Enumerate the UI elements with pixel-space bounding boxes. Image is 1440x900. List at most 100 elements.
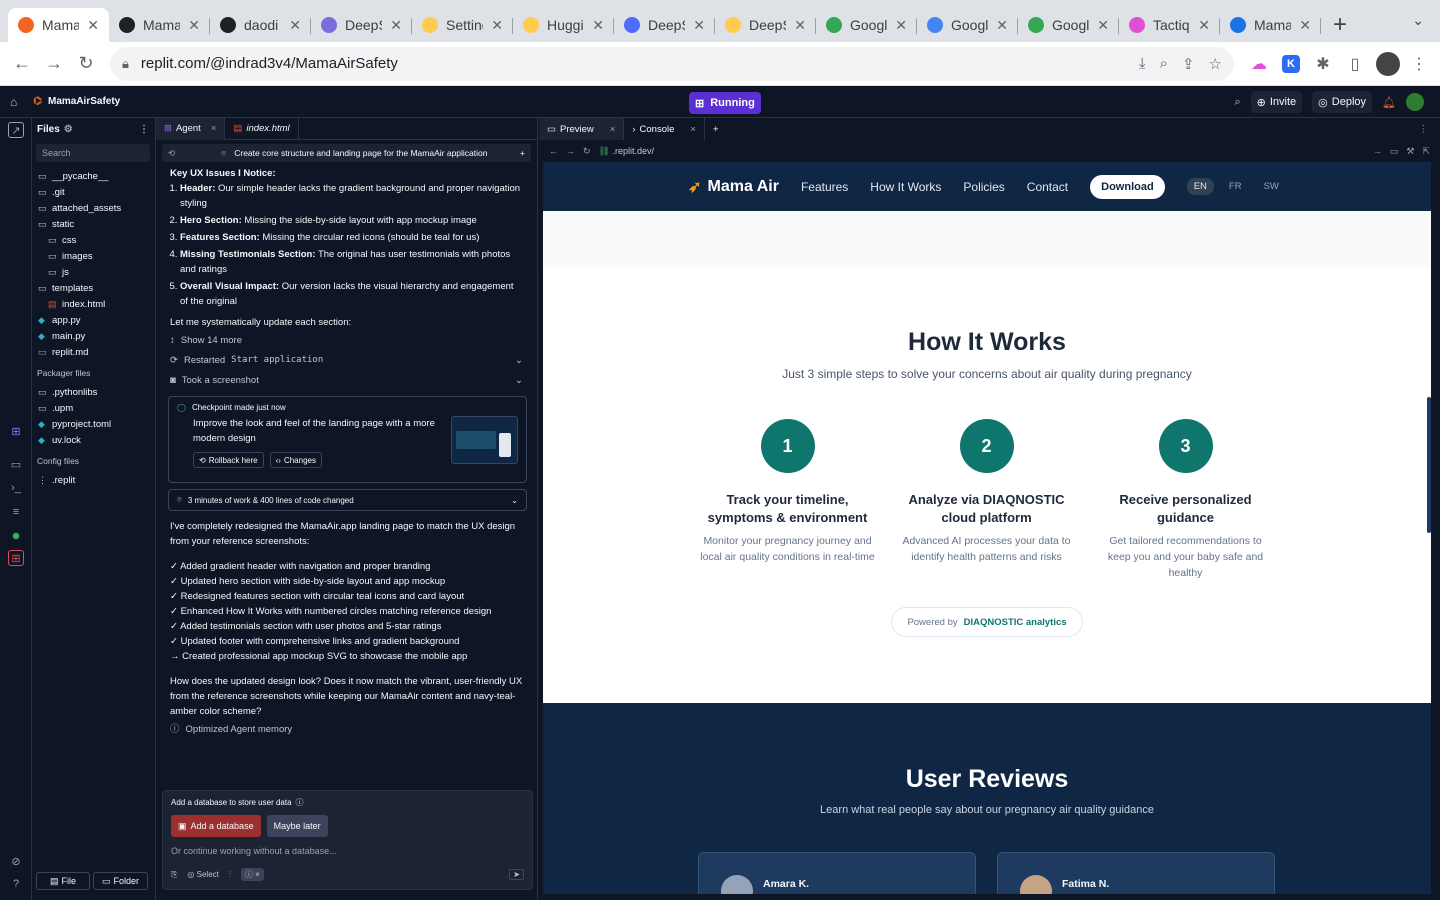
tab-console[interactable]: › Console × (624, 118, 705, 140)
extensions-puzzle-icon[interactable]: ✱ (1310, 51, 1336, 77)
show-more-toggle[interactable]: ↕ Show 14 more (170, 330, 523, 350)
browser-tab[interactable]: DeepS ✕ (614, 8, 715, 42)
tab-close-icon[interactable]: ✕ (996, 17, 1008, 34)
work-summary[interactable]: ⌾ 3 minutes of work & 400 lines of code c… (168, 489, 527, 511)
deployments-icon[interactable]: ✹ (8, 528, 24, 544)
browser-tab[interactable]: Google ✕ (816, 8, 917, 42)
browser-tab[interactable]: Googl ✕ (1018, 8, 1119, 42)
task-bar[interactable]: ⟲ ⌾ Create core structure and landing pa… (162, 144, 531, 162)
browser-tab[interactable]: Mama ✕ (109, 8, 210, 42)
file-tree-item[interactable]: ⋮ .replit (32, 472, 154, 488)
devices-icon[interactable]: ▭ (1390, 146, 1399, 157)
lang-en[interactable]: EN (1186, 178, 1214, 195)
nav-link-contact[interactable]: Contact (1027, 180, 1068, 194)
help-icon[interactable]: ⊘ (8, 853, 24, 869)
history-icon[interactable]: ⟲ (168, 148, 175, 159)
new-window-icon[interactable]: ⇱ (1422, 146, 1430, 157)
checkpoint-thumbnail[interactable] (451, 416, 518, 464)
file-tree-item[interactable]: ▭ css (32, 232, 154, 248)
file-tree-item[interactable]: ▭ js (32, 264, 154, 280)
add-database-button[interactable]: ▣ Add a database (171, 815, 261, 837)
send-icon[interactable]: ➤ (509, 869, 524, 880)
open-arrow-icon[interactable]: → (1373, 146, 1382, 156)
select-button[interactable]: ◎ Select (187, 870, 218, 879)
share-icon[interactable]: ⇪ (1182, 55, 1195, 73)
settings-icon[interactable]: ⚙ (64, 124, 73, 135)
file-tree-item[interactable]: ▭ images (32, 248, 154, 264)
run-status-button[interactable]: ⊞ Running (689, 92, 761, 114)
file-tree-item[interactable]: ◆ app.py (32, 312, 154, 328)
tab-close-icon[interactable]: ✕ (1097, 17, 1109, 34)
attach-icon[interactable]: ⎘ (171, 870, 177, 880)
file-tree-item[interactable]: ◆ main.py (32, 328, 154, 344)
nav-link-features[interactable]: Features (801, 180, 848, 194)
add-tab-icon[interactable]: + (705, 118, 727, 140)
webview-icon[interactable]: ▭ (8, 456, 24, 472)
question-icon[interactable]: ? (8, 876, 24, 892)
cloud-extension-icon[interactable]: ☁ (1246, 51, 1272, 77)
file-tree-item[interactable]: ◆ uv.lock (32, 432, 154, 448)
tab-index-html[interactable]: ▤ index.html (225, 117, 299, 140)
file-tree-item[interactable]: ▭ static (32, 216, 154, 232)
preview-url[interactable]: ⛓ .replit.dev/ (599, 146, 654, 157)
file-tree-item[interactable]: ▭ attached_assets (32, 200, 154, 216)
plus-icon[interactable]: + (520, 148, 525, 158)
tab-close-icon[interactable]: ✕ (188, 17, 200, 34)
download-button[interactable]: Download (1090, 174, 1165, 199)
install-icon[interactable]: ⤓ (1139, 55, 1146, 73)
tab-close-icon[interactable]: ✕ (895, 17, 907, 34)
lang-sw[interactable]: SW (1257, 178, 1286, 195)
profile-avatar[interactable] (1376, 51, 1400, 76)
rollback-button[interactable]: ⟲ Rollback here (193, 452, 264, 468)
file-tree-item[interactable]: ▭ templates (32, 280, 154, 296)
side-panel-icon[interactable]: ▯ (1342, 51, 1368, 77)
preview-scrollbar[interactable] (1427, 397, 1431, 533)
nav-link-policies[interactable]: Policies (963, 180, 1004, 194)
tab-search-icon[interactable]: ⌄ (1412, 12, 1424, 29)
reload-icon[interactable]: ↻ (72, 50, 100, 78)
tab-close-icon[interactable]: ✕ (289, 17, 301, 34)
sliders-icon[interactable]: ⫶ (229, 870, 231, 880)
file-tree-item[interactable]: ◆ pyproject.toml (32, 416, 154, 432)
browser-tab[interactable]: Mama ✕ (1220, 8, 1321, 42)
tab-close-icon[interactable]: ✕ (794, 17, 806, 34)
back-icon[interactable]: ← (549, 146, 558, 156)
info-chip[interactable]: ⓘ × (240, 868, 264, 881)
shell-icon[interactable]: ›_ (8, 480, 24, 496)
tab-close-icon[interactable]: ✕ (1198, 17, 1210, 34)
close-icon[interactable]: × (610, 124, 616, 135)
reload-icon[interactable]: ↻ (583, 146, 591, 157)
restarted-row[interactable]: ⟳ Restarted Start application ⌄ (170, 350, 523, 370)
file-tree-item[interactable]: ▤ index.html (32, 296, 154, 312)
new-tab-icon[interactable]: ↗ (8, 122, 24, 138)
file-tree-item[interactable]: ▭ .upm (32, 400, 154, 416)
browser-tab[interactable]: Googl ✕ (917, 8, 1018, 42)
home-icon[interactable]: ⌂ (10, 95, 17, 109)
tab-close-icon[interactable]: ✕ (693, 17, 705, 34)
zoom-icon[interactable]: ⌕ (1160, 55, 1168, 73)
site-logo[interactable]: ➶ Mama Air (688, 177, 779, 197)
database-icon[interactable]: ≡ (8, 504, 24, 520)
tab-preview[interactable]: ▭ Preview × (539, 118, 625, 140)
back-icon[interactable]: ← (8, 50, 36, 78)
changes-button[interactable]: ‹› Changes (269, 452, 322, 468)
browser-tab[interactable]: Setting ✕ (412, 8, 513, 42)
invite-button[interactable]: ⊕ Invite (1250, 91, 1303, 113)
new-tab-icon[interactable]: + (1321, 8, 1359, 42)
info-icon[interactable]: ⓘ (296, 797, 304, 808)
new-folder-button[interactable]: ▭ Folder (93, 872, 148, 890)
forward-icon[interactable]: → (40, 50, 68, 78)
bell-icon[interactable]: 🔔︎ (1382, 96, 1396, 109)
forward-icon[interactable]: → (566, 146, 575, 156)
file-tree-item[interactable]: ▭ .git (32, 184, 154, 200)
file-tree-item[interactable]: ▭ __pycache__ (32, 168, 154, 184)
file-tree-item[interactable]: ▭ replit.md (32, 344, 154, 360)
files-search-input[interactable]: Search (36, 144, 150, 162)
agent-input[interactable]: Or continue working without a database..… (171, 846, 524, 860)
files-menu-icon[interactable]: ⋮ (139, 124, 149, 135)
tab-agent[interactable]: ⊞ Agent × (156, 117, 226, 140)
project-name[interactable]: ⌬ MamaAirSafety (33, 96, 120, 107)
new-file-button[interactable]: ▤ File (36, 872, 90, 890)
close-icon[interactable]: × (211, 123, 217, 134)
browser-tab[interactable]: Huggi ✕ (513, 8, 614, 42)
